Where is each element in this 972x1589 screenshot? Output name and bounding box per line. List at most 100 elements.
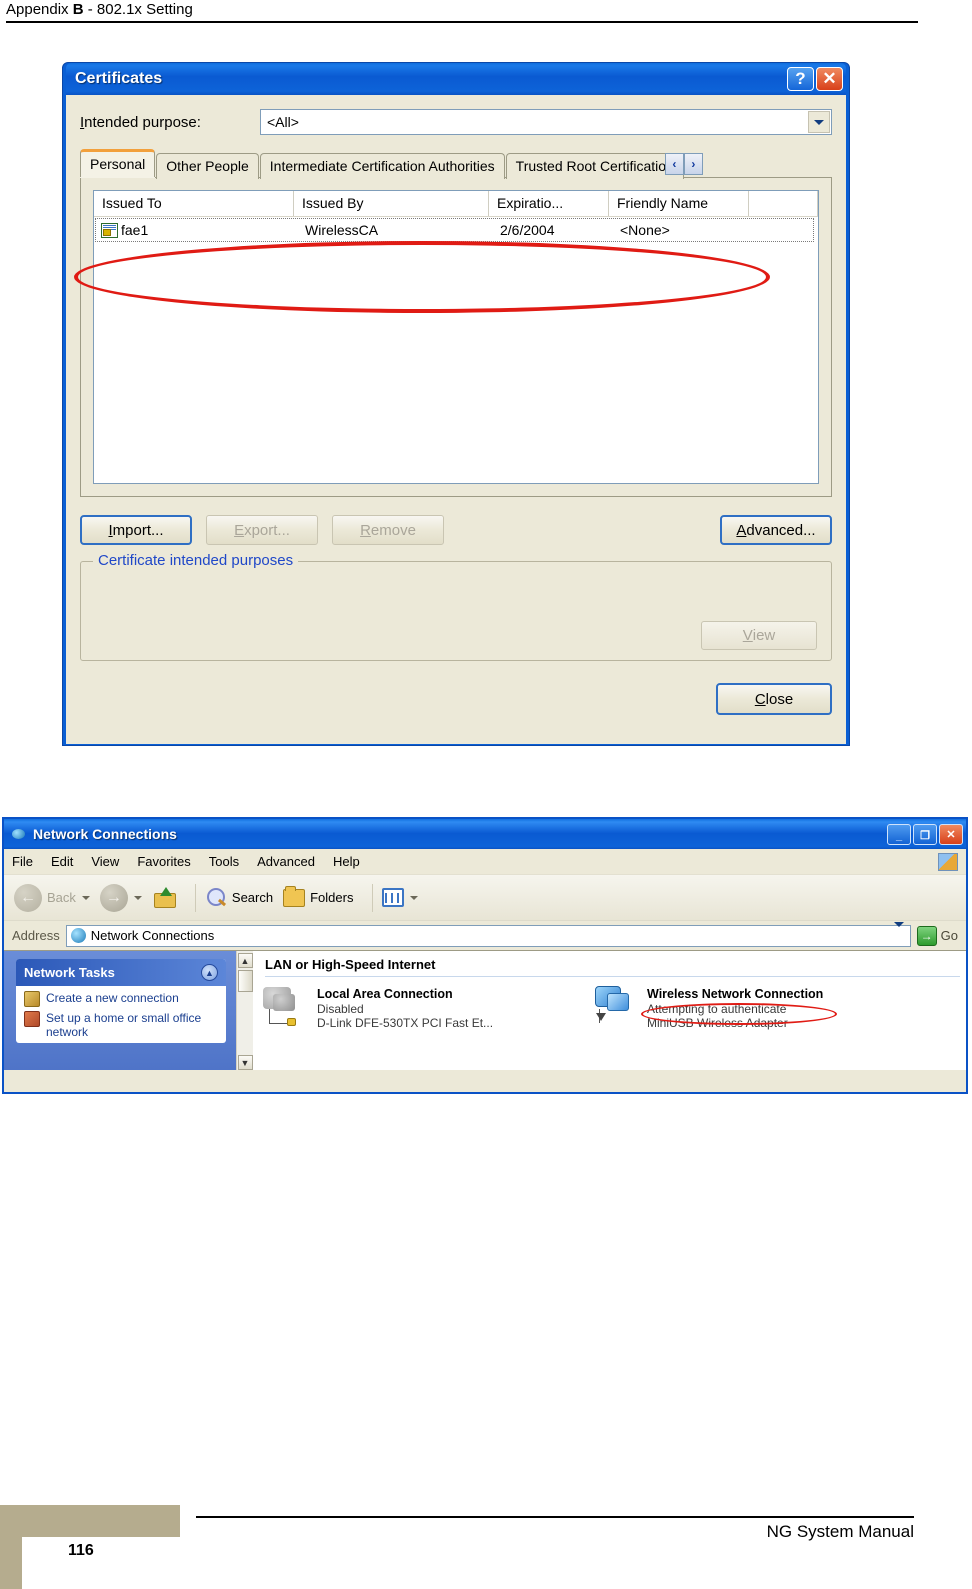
view-button[interactable]: View <box>701 621 817 650</box>
chevron-down-icon[interactable] <box>410 895 419 900</box>
search-icon <box>205 887 227 909</box>
listview-header: Issued To Issued By Expiratio... Friendl… <box>94 191 818 217</box>
connection-device: MiniUSB Wireless Adapter <box>647 1016 788 1030</box>
column-issued-to[interactable]: Issued To <box>94 191 294 216</box>
connection-status: Disabled <box>317 1002 364 1016</box>
export-button-label: xport... <box>244 521 290 539</box>
close-icon[interactable]: ✕ <box>816 67 843 91</box>
menu-edit[interactable]: Edit <box>51 854 73 869</box>
column-filler <box>749 191 818 216</box>
menu-favorites[interactable]: Favorites <box>137 854 190 869</box>
connection-name: Local Area Connection <box>317 987 453 1001</box>
intended-purpose-row: Intended purpose: <All> <box>80 109 832 135</box>
back-arrow-icon: ← <box>14 883 42 912</box>
menu-advanced[interactable]: Advanced <box>257 854 315 869</box>
close-icon[interactable]: ✕ <box>939 823 963 845</box>
scroll-down-icon[interactable]: ▼ <box>237 1055 253 1070</box>
menu-tools[interactable]: Tools <box>209 854 239 869</box>
certificate-icon <box>101 222 118 238</box>
export-button[interactable]: Export... <box>206 515 318 545</box>
scrollbar-thumb[interactable] <box>237 970 253 992</box>
toolbar: ← Back → Search Folders <box>4 875 966 921</box>
menu-help[interactable]: Help <box>333 854 360 869</box>
chevron-down-icon[interactable] <box>133 895 142 900</box>
views-icon <box>382 888 405 907</box>
advanced-button[interactable]: Advanced... <box>720 515 832 545</box>
certificates-listview[interactable]: Issued To Issued By Expiratio... Friendl… <box>93 190 819 484</box>
sidebar-item-label: Set up a home or small office network <box>46 1011 202 1039</box>
search-button[interactable]: Search <box>205 887 273 909</box>
header-appendix-letter: B <box>72 1 84 18</box>
cell-expiration: 2/6/2004 <box>500 222 555 238</box>
globe-icon <box>70 928 86 943</box>
sidebar-item-setup-home-network[interactable]: Set up a home or small office network <box>24 1011 220 1039</box>
intended-purpose-value: <All> <box>267 114 299 130</box>
tab-other-people[interactable]: Other People <box>156 153 259 179</box>
header-prefix: Appendix <box>6 1 73 18</box>
scroll-up-icon[interactable]: ▲ <box>237 953 253 968</box>
go-button[interactable]: → Go <box>916 925 958 946</box>
list-item-local-area-connection[interactable]: Local Area Connection Disabled D-Link DF… <box>261 985 591 1030</box>
import-button[interactable]: Import... <box>80 515 192 545</box>
groupbox-title: Certificate intended purposes <box>93 552 299 569</box>
chevron-down-icon[interactable] <box>808 111 830 133</box>
chevron-down-icon[interactable] <box>893 921 904 945</box>
close-button[interactable]: Close <box>716 683 832 715</box>
folders-button[interactable]: Folders <box>283 885 353 907</box>
intended-purpose-label-text: ntended purpose: <box>84 113 201 131</box>
vertical-scrollbar[interactable]: ▲ ▼ <box>236 951 253 1070</box>
certificates-body: Intended purpose: <All> Personal Other P… <box>66 95 846 744</box>
table-row[interactable]: fae1 WirelessCA 2/6/2004 <None> <box>95 218 814 242</box>
home-network-icon <box>24 1011 40 1027</box>
addressbar: Address Network Connections → Go <box>4 921 966 951</box>
tab-trusted-root-certification[interactable]: Trusted Root Certification <box>505 153 684 179</box>
certificate-action-buttons: Import... Export... Remove Advanced... <box>80 515 832 545</box>
certificates-titlebar: Certificates ? ✕ <box>66 63 846 95</box>
page-header: Appendix B - 802.1x Setting <box>0 0 918 23</box>
menu-view[interactable]: View <box>91 854 119 869</box>
tab-intermediate-certification-authorities[interactable]: Intermediate Certification Authorities <box>259 153 505 179</box>
column-issued-by[interactable]: Issued By <box>294 191 489 216</box>
sidebar-item-create-connection[interactable]: Create a new connection <box>24 991 220 1007</box>
up-button[interactable] <box>152 886 176 909</box>
certificates-title: Certificates <box>75 70 163 87</box>
new-connection-icon <box>24 991 40 1007</box>
back-button-label: Back <box>47 890 76 905</box>
header-divider <box>6 21 918 23</box>
disabled-lan-adapter-icon <box>261 985 311 1029</box>
list-item-wireless-network-connection[interactable]: Wireless Network Connection Attempting t… <box>591 985 921 1030</box>
sidebar: Network Tasks ▲ Create a new connection … <box>4 951 236 1070</box>
column-expiration[interactable]: Expiratio... <box>489 191 609 216</box>
network-tasks-body: Create a new connection Set up a home or… <box>16 986 226 1039</box>
tab-personal[interactable]: Personal <box>80 149 156 177</box>
minimize-icon[interactable]: _ <box>887 823 911 845</box>
forward-arrow-icon: → <box>99 883 128 912</box>
connections-list: LAN or High-Speed Internet Local Area Co… <box>253 951 966 1070</box>
menu-file[interactable]: File <box>12 854 33 869</box>
maximize-icon[interactable]: ❐ <box>913 823 937 845</box>
certificate-intended-purposes-group: Certificate intended purposes View <box>80 552 832 661</box>
address-value: Network Connections <box>90 928 215 943</box>
network-connections-titlebar: Network Connections _ ❐ ✕ <box>4 819 966 849</box>
page-number: 116 <box>68 1542 94 1559</box>
forward-button[interactable]: → <box>99 883 142 912</box>
tab-scroll-left-icon[interactable]: ‹ <box>664 153 684 175</box>
certificate-store-tabs: Personal Other People Intermediate Certi… <box>80 149 832 179</box>
header-suffix: - 802.1x Setting <box>83 1 193 18</box>
remove-button[interactable]: Remove <box>332 515 444 545</box>
column-friendly-name[interactable]: Friendly Name <box>609 191 749 216</box>
address-label: Address <box>12 928 60 943</box>
explorer-content: Network Tasks ▲ Create a new connection … <box>4 951 966 1070</box>
network-tasks-header[interactable]: Network Tasks ▲ <box>16 959 226 986</box>
intended-purpose-combobox[interactable]: <All> <box>260 109 832 135</box>
tab-scroll-right-icon[interactable]: › <box>683 153 703 175</box>
address-input[interactable]: Network Connections <box>65 921 911 947</box>
footer-divider <box>196 1516 914 1518</box>
chevron-up-icon[interactable]: ▲ <box>201 964 218 981</box>
chevron-down-icon[interactable] <box>81 895 90 900</box>
views-button[interactable] <box>382 888 419 907</box>
network-icon <box>11 826 27 842</box>
connection-text: Local Area Connection Disabled D-Link DF… <box>317 985 493 1030</box>
help-icon[interactable]: ? <box>787 67 814 91</box>
back-button[interactable]: ← Back <box>14 883 90 912</box>
